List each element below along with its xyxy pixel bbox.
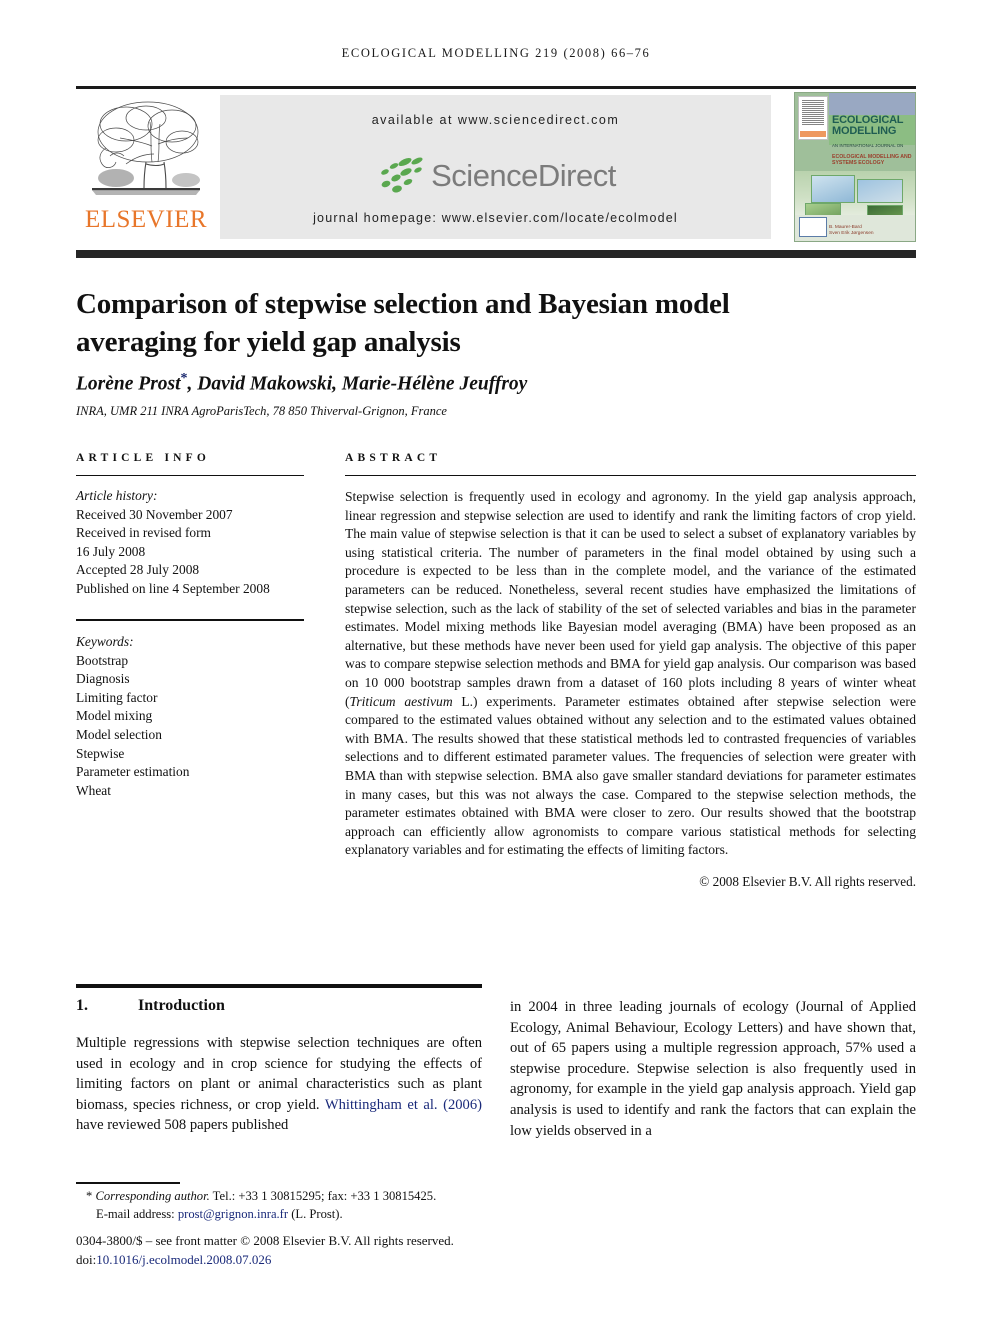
cover-thumb-1 — [811, 175, 855, 203]
corresponding-author-marker: * — [180, 371, 188, 386]
email-note: E-mail address: prost@grignon.inra.fr (L… — [76, 1206, 496, 1224]
journal-homepage-text: journal homepage: www.elsevier.com/locat… — [313, 211, 678, 225]
keywords-block: Keywords: Bootstrap Diagnosis Limiting f… — [76, 633, 304, 800]
article-revised-label: Received in revised form — [76, 525, 211, 541]
copyright-line: © 2008 Elsevier B.V. All rights reserved… — [699, 873, 916, 889]
keyword-item: Stepwise — [76, 745, 125, 761]
cover-elsevier-logo — [798, 96, 828, 140]
corresponding-footnote-marker: * — [86, 1189, 93, 1203]
cover-footer: B. Maurer-Bard Sven Erik Jørgensen — [795, 215, 915, 241]
article-info-heading: ARTICLE INFO — [76, 452, 211, 464]
cover-artwork — [795, 171, 915, 241]
intro-text-2: have reviewed 508 papers published — [76, 1117, 289, 1134]
page-title: Comparison of stepwise selection and Bay… — [76, 288, 730, 359]
species-name: Triticum aestivum — [349, 693, 453, 709]
article-info-column: ARTICLE INFO Article history: Received 3… — [76, 452, 304, 800]
sciencedirect-dots-icon — [381, 157, 423, 193]
keyword-item: Parameter estimation — [76, 764, 190, 780]
keywords-label: Keywords: — [76, 634, 134, 650]
author-rest: , David Makowski, Marie-Hélène Jeuffroy — [187, 373, 528, 395]
elsevier-wordmark: ELSEVIER — [84, 206, 208, 233]
introduction-title: Introduction — [138, 997, 225, 1014]
article-history-label: Article history: — [76, 488, 158, 503]
doi-label: doi: — [76, 1251, 97, 1267]
footnotes: * Corresponding author. Tel.: +33 1 3081… — [76, 1188, 496, 1223]
introduction-number: 1. — [76, 997, 88, 1014]
cover-thumb-2 — [857, 179, 903, 203]
article-accepted: Accepted 28 July 2008 — [76, 562, 200, 578]
keyword-item: Bootstrap — [76, 652, 129, 668]
corresponding-author-contact: Tel.: +33 1 30815295; fax: +33 1 3081542… — [209, 1189, 437, 1203]
cover-tree-icon — [802, 99, 824, 125]
header-top-rule — [76, 86, 916, 89]
masthead-bottom-bar — [76, 250, 916, 258]
elsevier-tree-icon — [86, 96, 206, 206]
cover-title: ECOLOGICAL MODELLING — [832, 114, 904, 137]
issn-line: 0304-3800/$ – see front matter © 2008 El… — [76, 1233, 454, 1248]
doi-line: doi:10.1016/j.ecolmodel.2008.07.026 — [76, 1251, 536, 1270]
keyword-item: Wheat — [76, 782, 111, 798]
footnote-rule — [76, 1182, 180, 1184]
masthead: ELSEVIER available at www.sciencedirect.… — [76, 92, 916, 242]
sciencedirect-wordmark: ScienceDirect — [431, 158, 616, 193]
introduction-rule — [76, 984, 482, 988]
affiliation: INRA, UMR 211 INRA AgroParisTech, 78 850… — [76, 404, 447, 418]
article-published: Published on line 4 September 2008 — [76, 580, 270, 596]
keywords-rule — [76, 618, 304, 622]
author-primary: Lorène Prost — [76, 373, 181, 395]
article-history: Article history: Received 30 November 20… — [76, 487, 304, 599]
running-head: ECOLOGICAL MODELLING 219 (2008) 66–76 — [341, 46, 651, 60]
keyword-item: Diagnosis — [76, 671, 130, 687]
cover-elsevier-wordmark — [800, 131, 826, 137]
citation-link[interactable]: Whittingham et al. (2006) — [325, 1097, 482, 1113]
corresponding-author-label: Corresponding author. — [95, 1189, 210, 1203]
article-received: Received 30 November 2007 — [76, 506, 233, 522]
introduction-column-left: Multiple regressions with stepwise selec… — [76, 1033, 482, 1136]
abstract-heading: ABSTRACT — [345, 452, 442, 464]
article-info-rule — [76, 475, 304, 476]
abstract-part-2: L.) experiments. Parameter estimates obt… — [345, 693, 916, 858]
introduction-column-right: in 2004 in three leading journals of eco… — [510, 999, 916, 1139]
available-at-text: available at www.sciencedirect.com — [371, 113, 620, 127]
article-first-page: ECOLOGICAL MODELLING 219 (2008) 66–76 EL… — [0, 0, 992, 1323]
cover-top-band — [829, 93, 915, 115]
article-revised-date: 16 July 2008 — [76, 543, 146, 559]
cover-subtitle: AN INTERNATIONAL JOURNAL ON — [832, 143, 904, 148]
email-owner: (L. Prost). — [288, 1206, 343, 1221]
cover-subtitle-2: ECOLOGICAL MODELLING AND SYSTEMS ECOLOGY — [832, 154, 912, 166]
abstract-rule — [345, 475, 916, 476]
introduction-heading: 1. Introduction — [76, 997, 482, 1015]
doi-link[interactable]: 10.1016/j.ecolmodel.2008.07.026 — [96, 1252, 271, 1267]
email-label: E-mail address: — [96, 1206, 175, 1221]
keyword-item: Limiting factor — [76, 689, 158, 705]
keyword-item: Model selection — [76, 727, 162, 743]
keyword-item: Model mixing — [76, 708, 153, 724]
abstract-column: ABSTRACT Stepwise selection is frequentl… — [345, 452, 916, 890]
sciencedirect-logo: ScienceDirect — [220, 150, 771, 202]
imprint-block: 0304-3800/$ – see front matter © 2008 El… — [76, 1232, 536, 1269]
elsevier-logo: ELSEVIER — [76, 92, 216, 242]
corresponding-author-note: * Corresponding author. Tel.: +33 1 3081… — [76, 1188, 496, 1206]
cover-society-logo — [799, 217, 827, 237]
abstract-part-1: Stepwise selection is frequently used in… — [345, 489, 916, 709]
email-link[interactable]: prost@grignon.inra.fr — [178, 1207, 288, 1221]
journal-cover-thumbnail: ECOLOGICAL MODELLING AN INTERNATIONAL JO… — [794, 92, 916, 242]
sciencedirect-band: available at www.sciencedirect.com Scien… — [220, 95, 771, 239]
cover-editors: B. Maurer-Bard Sven Erik Jørgensen — [829, 225, 874, 236]
author-list: Lorène Prost*, David Makowski, Marie-Hél… — [76, 371, 876, 396]
abstract-text: Stepwise selection is frequently used in… — [345, 488, 916, 860]
